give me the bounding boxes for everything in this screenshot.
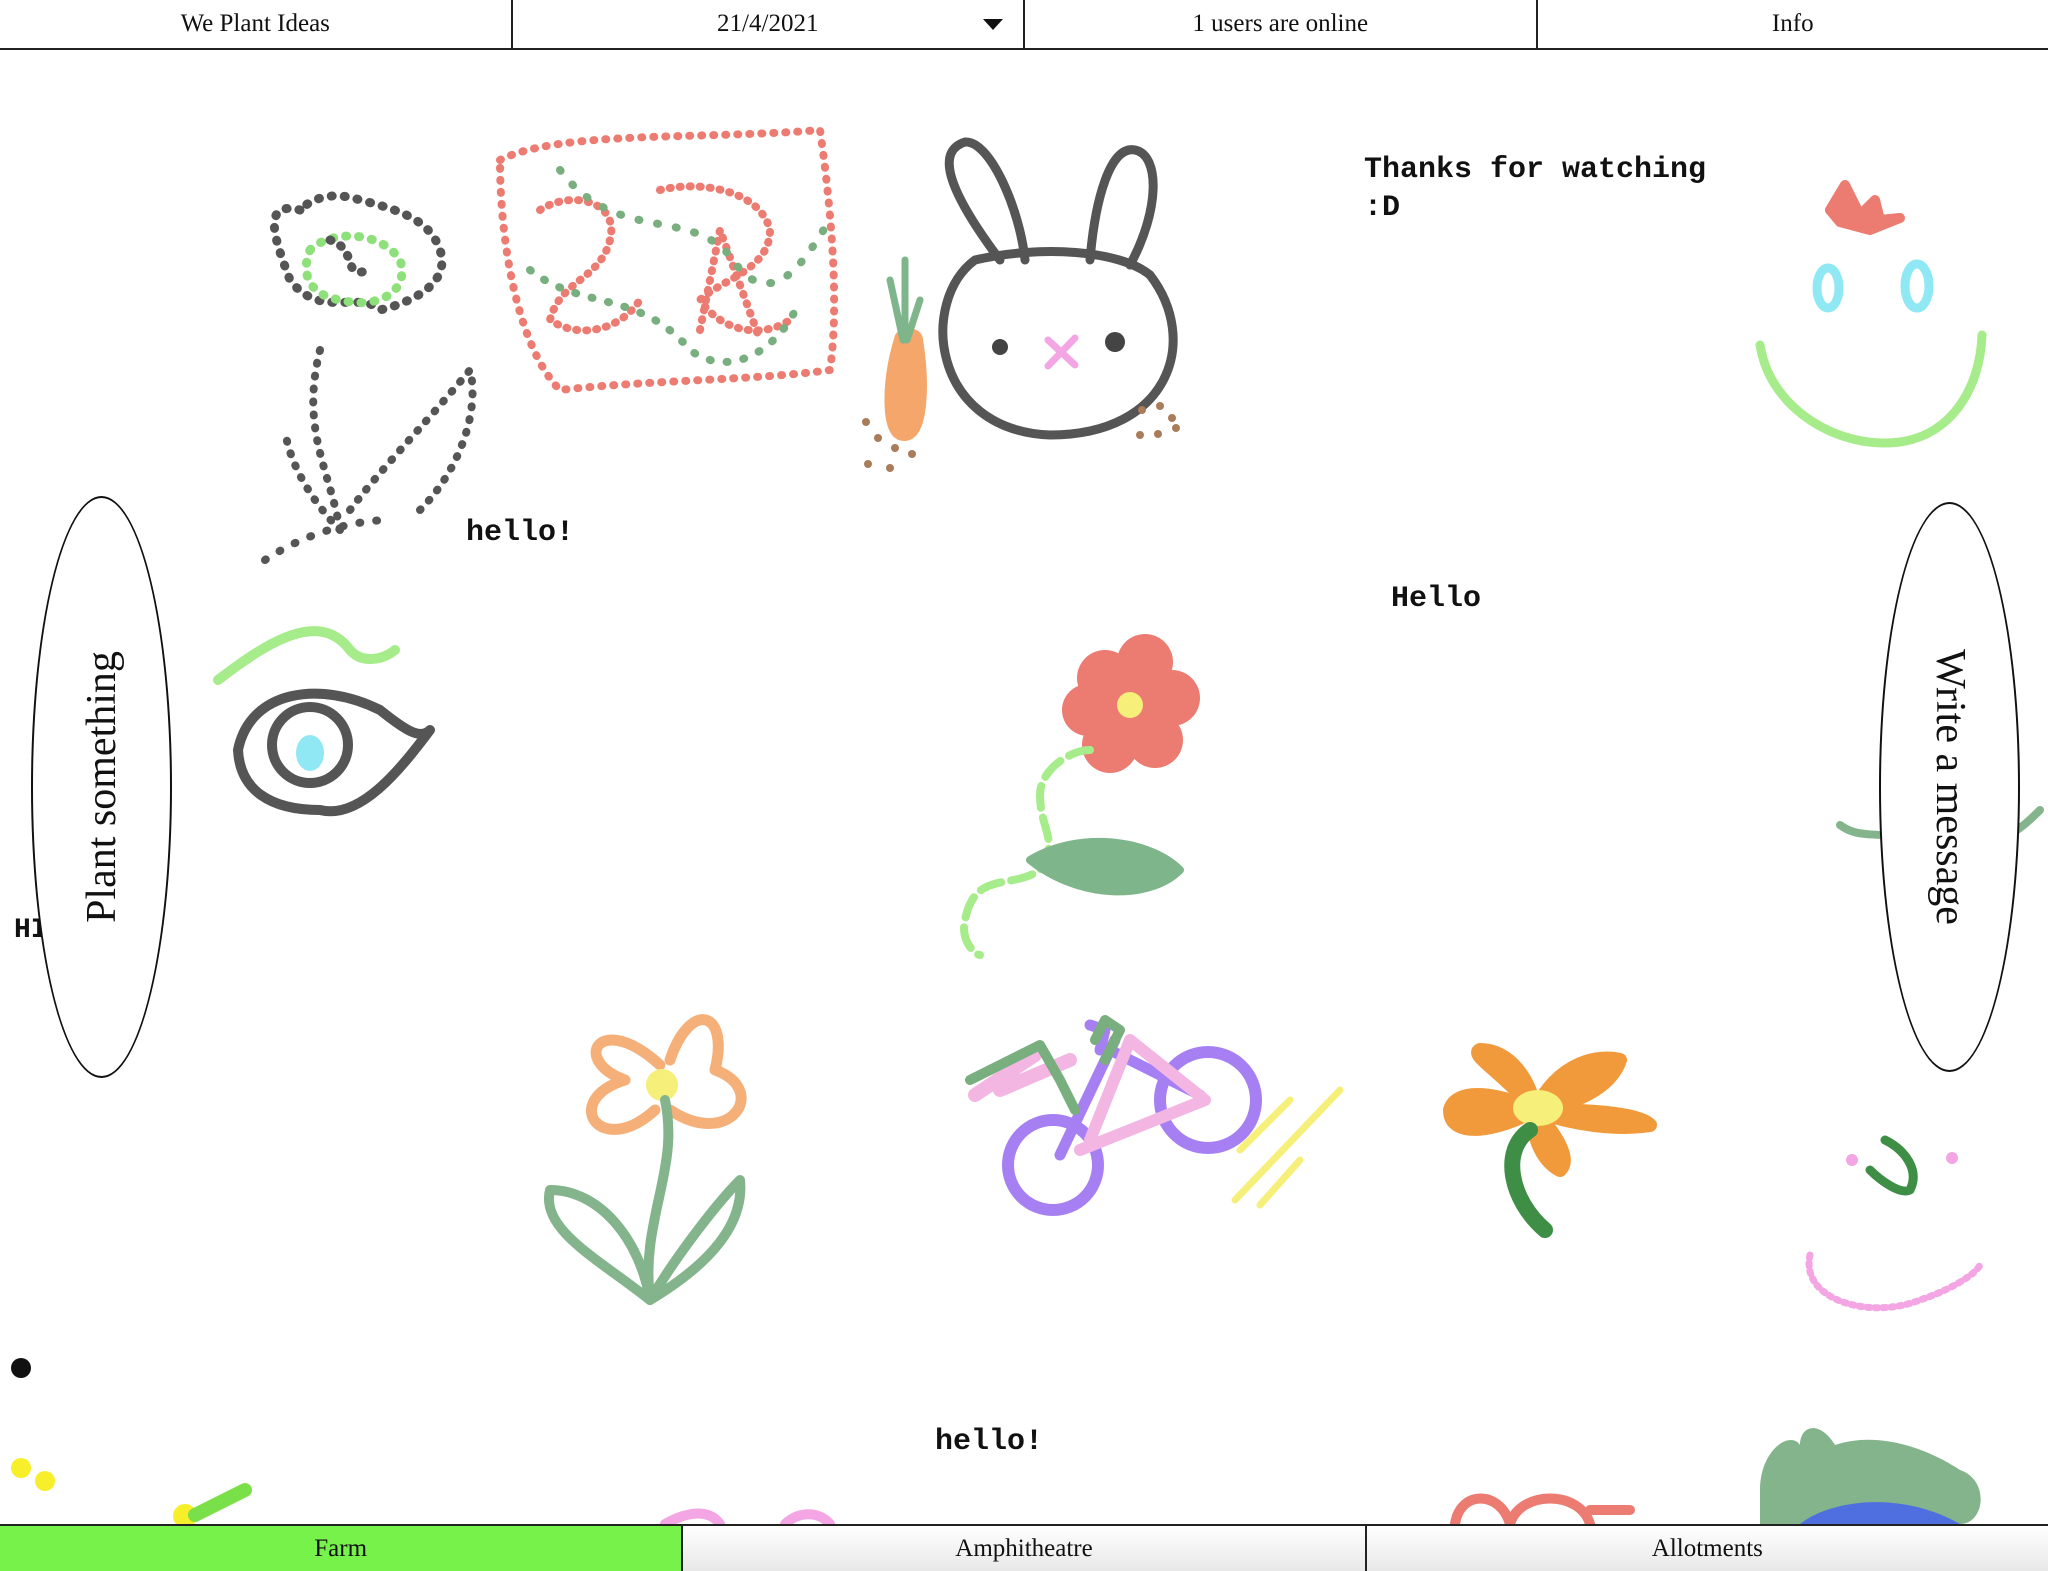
red-stroke-drawing bbox=[1450, 1493, 1635, 1524]
write-message-button[interactable]: Write a message bbox=[1879, 502, 2020, 1072]
plant-something-label: Plant something bbox=[78, 651, 125, 923]
orange-flower-drawing bbox=[1443, 1043, 1657, 1238]
small-face-drawing bbox=[1805, 1135, 1984, 1312]
site-title[interactable]: We Plant Ideas bbox=[0, 0, 513, 48]
black-dot-drawing bbox=[11, 1358, 31, 1378]
message-hello-bottom: hello! bbox=[935, 1425, 1044, 1459]
carrot-drawing bbox=[862, 256, 927, 472]
peach-flower-drawing bbox=[543, 1014, 747, 1305]
top-bar: We Plant Ideas 21/4/2021 1 users are onl… bbox=[0, 0, 2048, 50]
red-flower-drawing bbox=[960, 634, 1200, 959]
tab-amphitheatre[interactable]: Amphitheatre bbox=[683, 1526, 1367, 1571]
green-stroke-drawing bbox=[188, 1483, 252, 1522]
dotted-scribble-drawing bbox=[496, 126, 839, 394]
dotted-flower-drawing bbox=[261, 191, 477, 564]
plant-something-button[interactable]: Plant something bbox=[31, 496, 172, 1078]
message-thanks: Thanks for watching :D bbox=[1364, 153, 1707, 225]
smiley-drawing bbox=[1755, 180, 1987, 448]
online-users-count: 1 users are online bbox=[1025, 0, 1538, 48]
green-bush-drawing bbox=[1760, 1428, 1981, 1524]
chevron-down-icon[interactable] bbox=[983, 19, 1003, 30]
info-link[interactable]: Info bbox=[1538, 0, 2048, 48]
tab-allotments[interactable]: Allotments bbox=[1366, 1526, 2048, 1571]
message-hello-mid: Hello bbox=[1391, 582, 1482, 616]
write-message-label: Write a message bbox=[1926, 649, 1973, 925]
drawings-layer bbox=[11, 126, 2044, 1524]
yellow-dots-drawing bbox=[11, 1458, 197, 1524]
location-tabs: Farm Amphitheatre Allotments bbox=[0, 1524, 2048, 1571]
drawing-canvas[interactable]: Thanks for watching :D hello! Hello hell… bbox=[0, 50, 2048, 1524]
bunny-drawing bbox=[938, 137, 1180, 440]
date-selector[interactable]: 21/4/2021 bbox=[513, 0, 1025, 48]
date-value: 21/4/2021 bbox=[717, 10, 819, 37]
bicycle-drawing bbox=[965, 1015, 1344, 1216]
tab-farm[interactable]: Farm bbox=[0, 1526, 684, 1571]
message-hello-top: hello! bbox=[466, 516, 575, 550]
eye-drawing bbox=[213, 626, 435, 817]
pink-stroke-drawing bbox=[660, 1508, 835, 1524]
